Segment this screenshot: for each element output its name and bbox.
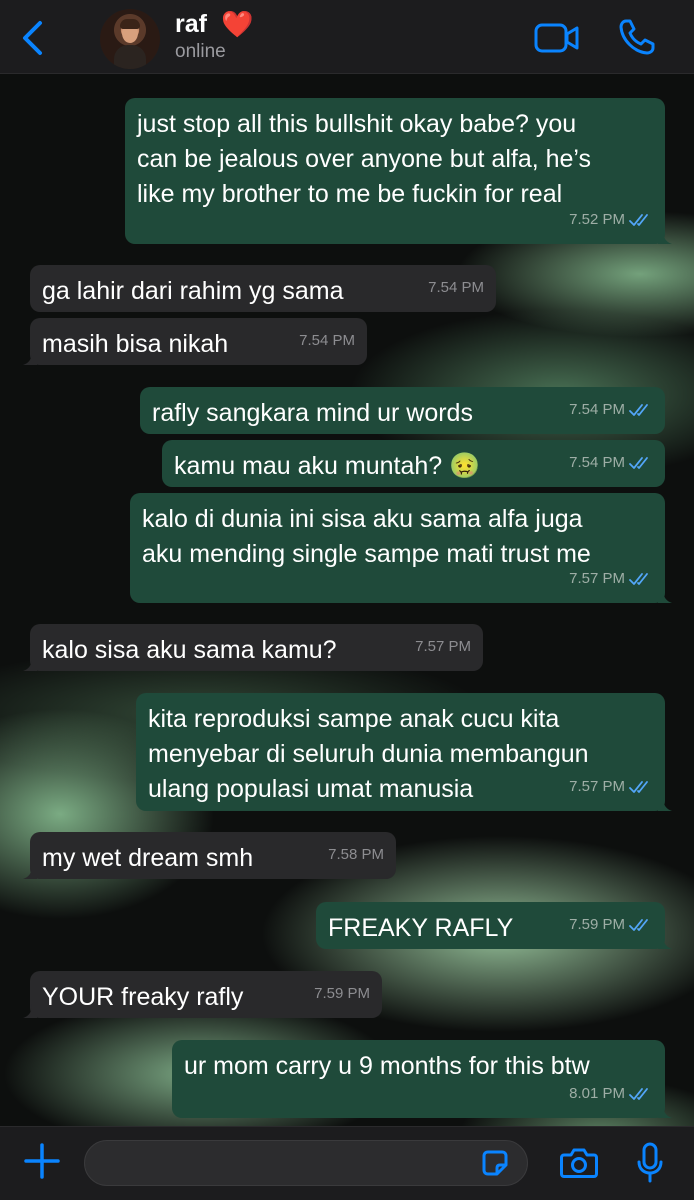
incoming-message[interactable]: masih bisa nikah 7.54 PM bbox=[23, 318, 367, 365]
bubble-tail bbox=[658, 230, 672, 244]
message-text: kalo sisa aku sama kamu? bbox=[42, 636, 337, 664]
message-meta: 7.54 PM bbox=[299, 323, 355, 358]
message-time: 7.57 PM bbox=[415, 638, 471, 655]
message-time: 7.59 PM bbox=[569, 916, 625, 933]
message-meta: 7.59 PM bbox=[314, 976, 370, 1011]
microphone-button[interactable] bbox=[636, 1141, 664, 1185]
message-meta: 7.58 PM bbox=[328, 837, 384, 872]
outgoing-message[interactable]: kamu mau aku muntah? 🤢 7.54 PM bbox=[162, 440, 665, 487]
sticker-icon bbox=[482, 1150, 508, 1176]
heart-emoji: ❤️ bbox=[221, 9, 254, 39]
incoming-message[interactable]: my wet dream smh 7.58 PM bbox=[23, 832, 396, 879]
bubble-tail bbox=[658, 589, 672, 603]
message-time: 8.01 PM bbox=[569, 1085, 625, 1102]
message-time: 7.58 PM bbox=[328, 846, 384, 863]
read-ticks-icon bbox=[629, 780, 648, 793]
microphone-icon bbox=[637, 1142, 663, 1183]
outgoing-message[interactable]: rafly sangkara mind ur words 7.54 PM bbox=[140, 387, 665, 434]
sticker-button[interactable] bbox=[480, 1148, 510, 1178]
message-time: 7.54 PM bbox=[299, 332, 355, 349]
bubble-tail bbox=[658, 797, 672, 811]
outgoing-message[interactable]: ur mom carry u 9 months for this btw 8.01… bbox=[172, 1040, 672, 1118]
message-input[interactable] bbox=[84, 1140, 528, 1186]
chat-header: raf ❤️ online bbox=[0, 0, 694, 74]
read-ticks-icon bbox=[629, 456, 648, 469]
message-meta: 7.54 PM bbox=[569, 392, 653, 427]
message-list[interactable]: just stop all this bullshit okay babe? y… bbox=[0, 74, 694, 1126]
phone-icon bbox=[619, 19, 655, 55]
camera-button[interactable] bbox=[559, 1146, 599, 1180]
read-ticks-icon bbox=[629, 403, 648, 416]
incoming-message[interactable]: kalo sisa aku sama kamu? 7.57 PM bbox=[23, 624, 483, 671]
outgoing-message[interactable]: kalo di dunia ini sisa aku sama alfa jug… bbox=[130, 493, 672, 603]
read-ticks-icon bbox=[629, 213, 648, 226]
video-call-button[interactable] bbox=[534, 22, 580, 54]
message-meta: 8.01 PM bbox=[569, 1076, 653, 1111]
plus-icon bbox=[24, 1143, 60, 1179]
message-text: just stop all this bullshit okay babe? y… bbox=[137, 110, 592, 208]
message-meta: 7.54 PM bbox=[428, 270, 484, 305]
contact-status: online bbox=[175, 41, 226, 62]
message-meta: 7.54 PM bbox=[569, 445, 653, 480]
voice-call-button[interactable] bbox=[618, 18, 656, 56]
message-text: ga lahir dari rahim yg sama bbox=[42, 277, 344, 305]
bubble-tail bbox=[658, 1104, 672, 1118]
contact-avatar[interactable] bbox=[100, 9, 160, 69]
message-time: 7.57 PM bbox=[569, 570, 625, 587]
back-button[interactable] bbox=[18, 20, 48, 56]
back-chevron-icon bbox=[23, 21, 42, 55]
message-meta: 7.57 PM bbox=[415, 629, 471, 664]
message-meta: 7.52 PM bbox=[569, 202, 653, 237]
video-camera-icon bbox=[534, 23, 579, 53]
message-time: 7.54 PM bbox=[569, 401, 625, 418]
composer-bar bbox=[0, 1126, 694, 1200]
message-meta: 7.57 PM bbox=[569, 561, 653, 596]
bubble-tail bbox=[23, 657, 37, 671]
message-meta: 7.59 PM bbox=[569, 907, 653, 942]
attach-button[interactable] bbox=[22, 1141, 62, 1181]
contact-name[interactable]: raf bbox=[175, 10, 207, 39]
message-time: 7.52 PM bbox=[569, 211, 625, 228]
bubble-tail bbox=[658, 935, 672, 949]
bubble-tail bbox=[23, 351, 37, 365]
bubble-tail bbox=[23, 1004, 37, 1018]
message-time: 7.54 PM bbox=[428, 279, 484, 296]
outgoing-message[interactable]: FREAKY RAFLY 7.59 PM bbox=[316, 902, 672, 949]
incoming-message[interactable]: ga lahir dari rahim yg sama 7.54 PM bbox=[30, 265, 496, 312]
incoming-message[interactable]: YOUR freaky rafly 7.59 PM bbox=[23, 971, 382, 1018]
outgoing-message[interactable]: just stop all this bullshit okay babe? y… bbox=[125, 98, 672, 244]
bubble-tail bbox=[23, 865, 37, 879]
message-time: 7.54 PM bbox=[569, 454, 625, 471]
read-ticks-icon bbox=[629, 918, 648, 931]
message-meta: 7.57 PM bbox=[569, 769, 653, 804]
outgoing-message[interactable]: kita reproduksi sampe anak cucu kita men… bbox=[136, 693, 672, 811]
message-time: 7.57 PM bbox=[569, 778, 625, 795]
read-ticks-icon bbox=[629, 1087, 648, 1100]
message-time: 7.59 PM bbox=[314, 985, 370, 1002]
read-ticks-icon bbox=[629, 572, 648, 585]
camera-icon bbox=[560, 1148, 598, 1178]
